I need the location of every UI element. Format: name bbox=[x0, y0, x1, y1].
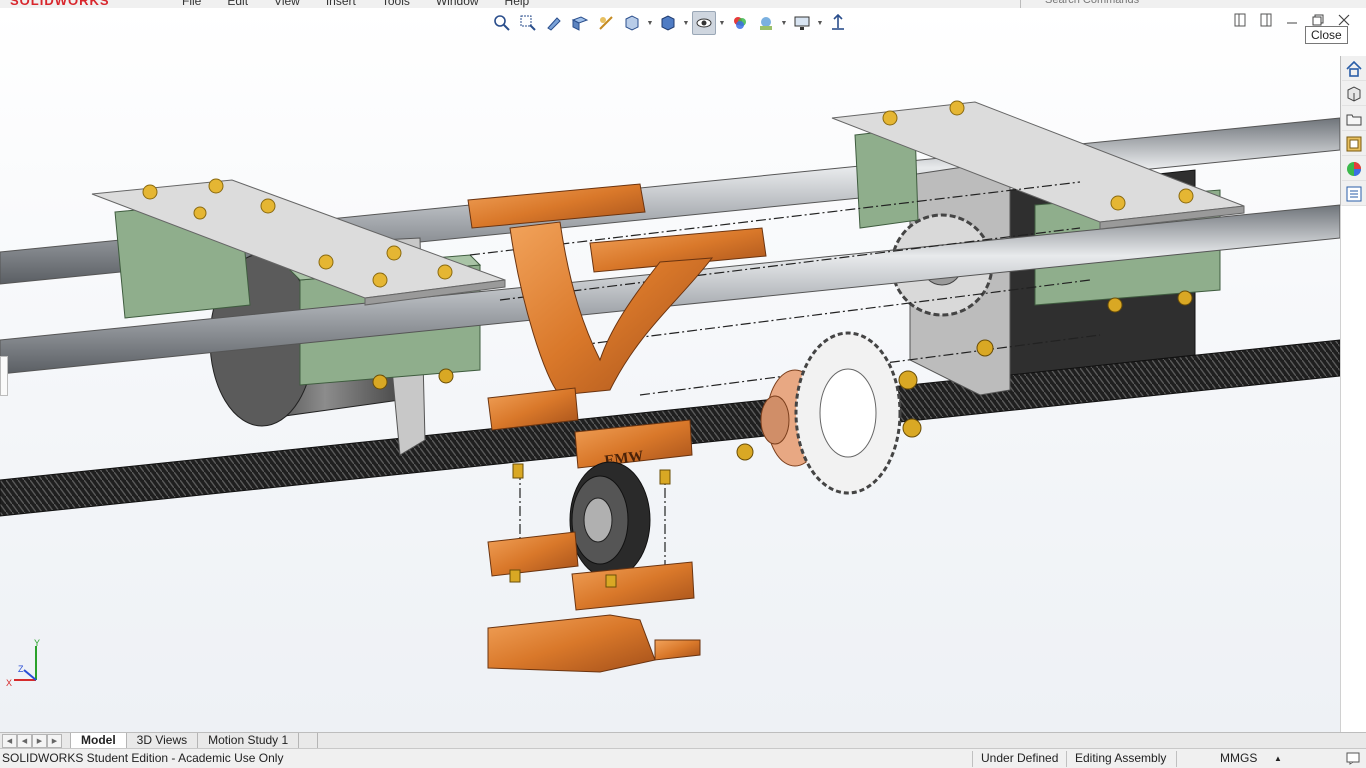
menu-view[interactable]: View bbox=[274, 0, 300, 8]
view-palette-icon[interactable] bbox=[1342, 132, 1366, 156]
hide-show-dropdown-icon[interactable]: ▼ bbox=[718, 11, 726, 35]
status-units[interactable]: MMGS bbox=[1220, 751, 1257, 765]
tab-navigation: ◀ ◀ ▶ ▶ bbox=[2, 733, 62, 748]
menu-file[interactable]: File bbox=[182, 0, 201, 8]
svg-text:X: X bbox=[6, 678, 12, 688]
search-commands-input[interactable]: Search Commands bbox=[1020, 0, 1220, 8]
display-style-icon[interactable] bbox=[656, 11, 680, 35]
tab-3d-views[interactable]: 3D Views bbox=[127, 733, 199, 749]
status-mode: Editing Assembly bbox=[1075, 751, 1167, 765]
view-settings-icon[interactable] bbox=[790, 11, 814, 35]
status-product: SOLIDWORKS Student Edition - Academic Us… bbox=[2, 751, 284, 765]
spur-gear[interactable] bbox=[794, 331, 902, 495]
design-library-icon[interactable] bbox=[1342, 82, 1366, 106]
tab-first-icon[interactable]: ◀ bbox=[2, 734, 17, 748]
units-dropdown-icon[interactable]: ▲ bbox=[1274, 754, 1282, 763]
heads-up-view-toolbar: ▼ ▼ ▼ ▼ ▼ bbox=[490, 10, 850, 36]
task-pane-background bbox=[1340, 206, 1366, 732]
triad-axis-indicator: Y X Z bbox=[6, 638, 40, 688]
tab-next-icon[interactable]: ▶ bbox=[32, 734, 47, 748]
home-icon[interactable] bbox=[1342, 57, 1366, 81]
edit-appearance-icon[interactable] bbox=[728, 11, 752, 35]
normal-to-icon[interactable] bbox=[826, 11, 850, 35]
view-orientation-icon[interactable] bbox=[620, 11, 644, 35]
tab-last-icon[interactable]: ▶ bbox=[47, 734, 62, 748]
apply-scene-icon[interactable] bbox=[754, 11, 778, 35]
feature-manager-collapse-handle[interactable] bbox=[0, 356, 8, 396]
task-pane bbox=[1340, 56, 1366, 206]
menu-list: File Edit View Insert Tools Window Help bbox=[182, 0, 529, 8]
apply-scene-dropdown-icon[interactable]: ▼ bbox=[780, 11, 788, 35]
menu-help[interactable]: Help bbox=[505, 0, 530, 8]
menubar: SOLIDWORKS File Edit View Insert Tools W… bbox=[0, 0, 1366, 8]
model-tab-bar: ◀ ◀ ▶ ▶ Model 3D Views Motion Study 1 bbox=[0, 732, 1366, 749]
tab-scroll-area bbox=[317, 733, 1366, 748]
tab-motion-study-1[interactable]: Motion Study 1 bbox=[198, 733, 300, 749]
minimize-icon[interactable] bbox=[1284, 12, 1300, 28]
svg-text:Y: Y bbox=[34, 638, 40, 648]
assembly-model[interactable]: EMW bbox=[0, 8, 1340, 732]
custom-properties-icon[interactable] bbox=[1342, 182, 1366, 206]
status-bar: SOLIDWORKS Student Edition - Academic Us… bbox=[0, 748, 1366, 768]
section-view-icon[interactable] bbox=[568, 11, 592, 35]
file-explorer-icon[interactable] bbox=[1342, 107, 1366, 131]
view-orientation-dropdown-icon[interactable]: ▼ bbox=[646, 11, 654, 35]
tile-left-icon[interactable] bbox=[1232, 12, 1248, 28]
menu-edit[interactable]: Edit bbox=[227, 0, 248, 8]
dynamic-annotation-icon[interactable] bbox=[594, 11, 618, 35]
previous-view-icon[interactable] bbox=[542, 11, 566, 35]
menu-window[interactable]: Window bbox=[436, 0, 479, 8]
zoom-to-area-icon[interactable] bbox=[516, 11, 540, 35]
menu-insert[interactable]: Insert bbox=[326, 0, 356, 8]
status-definition: Under Defined bbox=[981, 751, 1059, 765]
app-logo: SOLIDWORKS bbox=[10, 0, 110, 8]
zoom-to-fit-icon[interactable] bbox=[490, 11, 514, 35]
graphics-area[interactable]: EMW Y X Z bbox=[0, 8, 1340, 732]
hide-show-items-icon[interactable] bbox=[692, 11, 716, 35]
menu-tools[interactable]: Tools bbox=[382, 0, 410, 8]
tab-prev-icon[interactable]: ◀ bbox=[17, 734, 32, 748]
close-tooltip: Close bbox=[1305, 26, 1348, 44]
status-help-icon[interactable] bbox=[1346, 751, 1360, 768]
display-style-dropdown-icon[interactable]: ▼ bbox=[682, 11, 690, 35]
view-settings-dropdown-icon[interactable]: ▼ bbox=[816, 11, 824, 35]
appearances-icon[interactable] bbox=[1342, 157, 1366, 181]
tile-right-icon[interactable] bbox=[1258, 12, 1274, 28]
solidworks-window: SOLIDWORKS File Edit View Insert Tools W… bbox=[0, 0, 1366, 768]
bearing-wheel[interactable] bbox=[569, 461, 651, 579]
svg-text:Z: Z bbox=[18, 664, 24, 674]
tab-model[interactable]: Model bbox=[71, 733, 127, 749]
